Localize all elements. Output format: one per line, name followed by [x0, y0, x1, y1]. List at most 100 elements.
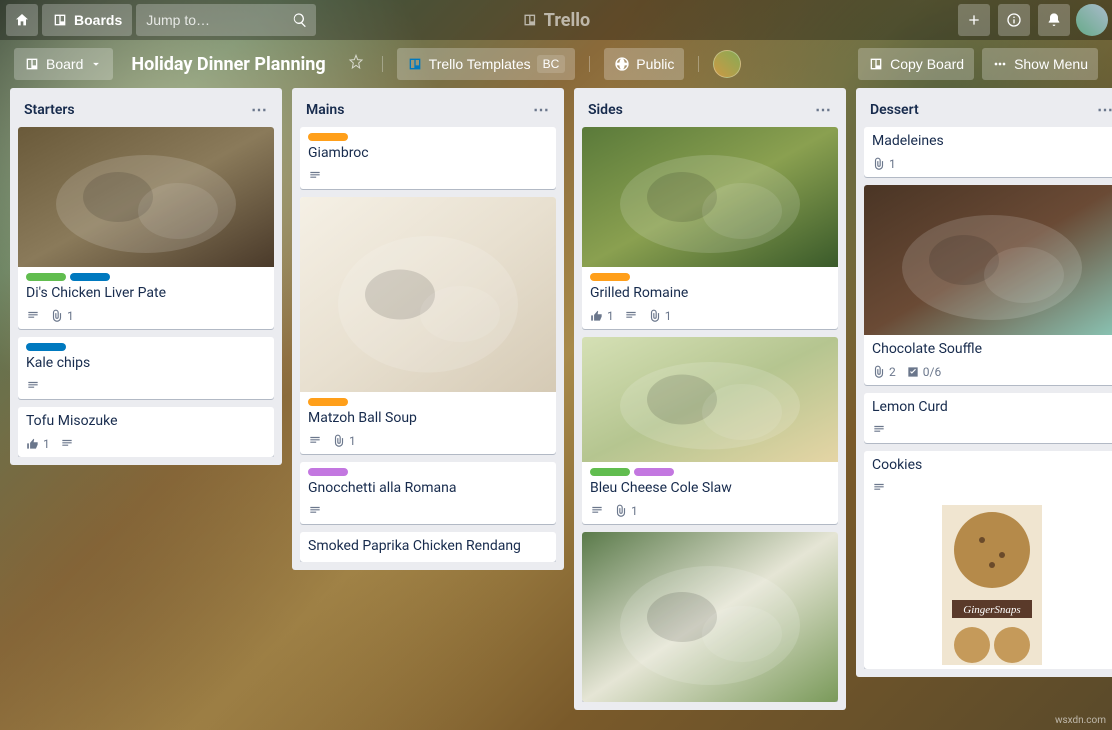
label-purple[interactable]	[308, 468, 348, 476]
board-title[interactable]: Holiday Dinner Planning	[121, 54, 335, 75]
card-title: Smoked Paprika Chicken Rendang	[308, 538, 548, 554]
vote-badge: 1	[26, 437, 50, 451]
card-labels	[590, 273, 830, 281]
templates-button[interactable]: Trello TemplatesBC	[397, 48, 576, 80]
card[interactable]: Smoked Paprika Chicken Rendang	[300, 532, 556, 562]
card[interactable]: Di's Chicken Liver Pate1	[18, 127, 274, 329]
board-canvas[interactable]: Starters ⋯ Di's Chicken Liver Pate1Kale …	[0, 88, 1112, 730]
card[interactable]: Kale chips	[18, 337, 274, 399]
description-badge	[308, 504, 322, 518]
attachment-icon	[648, 309, 662, 323]
card-title: Di's Chicken Liver Pate	[26, 285, 266, 301]
globe-icon	[614, 56, 630, 72]
user-avatar[interactable]	[1076, 4, 1108, 36]
card[interactable]: Bleu Cheese Cole Slaw1	[582, 337, 838, 524]
card-cover-image	[18, 127, 274, 267]
card[interactable]: Madeleines1	[864, 127, 1112, 177]
copy-board-label: Copy Board	[890, 56, 964, 72]
label-green[interactable]	[26, 273, 66, 281]
list-title[interactable]: Mains	[306, 102, 344, 118]
search-input[interactable]	[136, 4, 316, 36]
brand-logo[interactable]: Trello	[522, 10, 590, 31]
divider	[382, 56, 383, 72]
attachment-badge: 1	[648, 309, 672, 323]
copy-board-button[interactable]: Copy Board	[858, 48, 974, 80]
board-view-switcher[interactable]: Board	[14, 48, 113, 80]
star-button[interactable]	[344, 50, 368, 79]
list: Starters ⋯ Di's Chicken Liver Pate1Kale …	[10, 88, 282, 465]
dots-icon	[992, 56, 1008, 72]
info-button[interactable]	[998, 4, 1030, 36]
card[interactable]	[582, 532, 838, 702]
card[interactable]: Grilled Romaine11	[582, 127, 838, 329]
attachment-badge: 1	[872, 157, 896, 171]
board-header: Board Holiday Dinner Planning Trello Tem…	[0, 40, 1112, 88]
label-blue[interactable]	[26, 343, 66, 351]
label-orange[interactable]	[308, 133, 348, 141]
card[interactable]: Matzoh Ball Soup1	[300, 197, 556, 454]
card[interactable]: Cookies GingerSnaps	[864, 451, 1112, 669]
description-badge	[624, 309, 638, 323]
label-blue[interactable]	[70, 273, 110, 281]
card-body: Di's Chicken Liver Pate	[18, 267, 274, 309]
label-orange[interactable]	[590, 273, 630, 281]
card[interactable]: Giambroc	[300, 127, 556, 189]
list-title[interactable]: Dessert	[870, 102, 919, 118]
list-title[interactable]: Starters	[24, 102, 75, 118]
list-menu-button[interactable]: ⋯	[815, 100, 832, 119]
list: Sides ⋯ Grilled Romaine11 Bleu Cheese Co…	[574, 88, 846, 710]
list-menu-button[interactable]: ⋯	[533, 100, 550, 119]
boards-button[interactable]: Boards	[42, 4, 132, 36]
card[interactable]: Lemon Curd	[864, 393, 1112, 443]
label-green[interactable]	[590, 468, 630, 476]
list-cards: Madeleines1 Chocolate Souffle20/6 Lemon C…	[864, 127, 1112, 669]
description-badge	[872, 423, 886, 437]
global-header: Boards Trello	[0, 0, 1112, 40]
list-cards: Giambroc Matzoh Ball Soup1 Gnocchetti all…	[300, 127, 556, 562]
description-badge	[308, 434, 322, 448]
description-icon	[308, 434, 322, 448]
card[interactable]: Gnocchetti alla Romana	[300, 462, 556, 524]
board-icon	[24, 56, 40, 72]
description-icon	[872, 423, 886, 437]
list: Mains ⋯ Giambroc Matzoh Ball Soup1 Gnocch…	[292, 88, 564, 570]
show-menu-button[interactable]: Show Menu	[982, 48, 1098, 80]
description-icon	[26, 309, 40, 323]
visibility-button[interactable]: Public	[604, 48, 684, 80]
attachment-icon	[872, 157, 886, 171]
card-title: Chocolate Souffle	[872, 341, 1112, 357]
label-purple[interactable]	[634, 468, 674, 476]
card[interactable]: Tofu Misozuke1	[18, 407, 274, 457]
search-icon	[292, 12, 308, 28]
description-badge	[308, 169, 322, 183]
card-badges	[864, 423, 1112, 443]
label-orange[interactable]	[308, 398, 348, 406]
card-body: Lemon Curd	[864, 393, 1112, 423]
list-menu-button[interactable]: ⋯	[1097, 100, 1112, 119]
description-icon	[26, 379, 40, 393]
info-icon	[1006, 12, 1022, 28]
description-badge	[60, 437, 74, 451]
card-badges	[864, 481, 1112, 501]
home-button[interactable]	[6, 4, 38, 36]
list-title[interactable]: Sides	[588, 102, 623, 118]
card-badges	[300, 504, 556, 524]
description-icon	[60, 437, 74, 451]
card[interactable]: Chocolate Souffle20/6	[864, 185, 1112, 385]
templates-label: Trello Templates	[429, 56, 531, 72]
description-icon	[590, 504, 604, 518]
create-button[interactable]	[958, 4, 990, 36]
card-labels	[26, 273, 266, 281]
card-cover-image	[582, 337, 838, 462]
card-title: Gnocchetti alla Romana	[308, 480, 548, 496]
card-badges: 11	[582, 309, 838, 329]
notifications-button[interactable]	[1038, 4, 1070, 36]
card-title: Cookies	[872, 457, 1112, 473]
card-badges: 1	[582, 504, 838, 524]
card-cover-image	[300, 197, 556, 392]
list-menu-button[interactable]: ⋯	[251, 100, 268, 119]
card-labels	[308, 398, 548, 406]
board-member-avatar[interactable]	[713, 50, 741, 78]
list-header: Sides ⋯	[582, 96, 838, 127]
card-body: Kale chips	[18, 337, 274, 379]
